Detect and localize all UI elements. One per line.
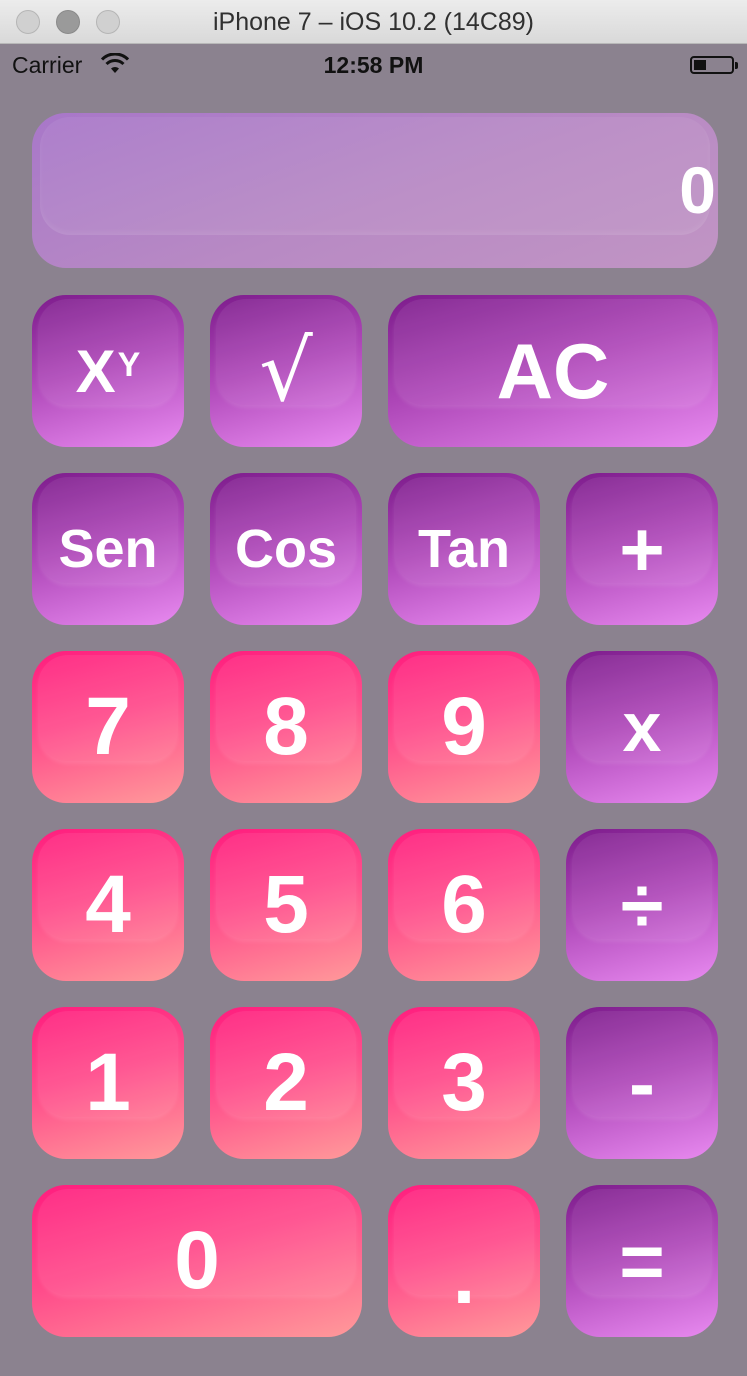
decimal-label: . [452, 1230, 476, 1321]
display-value: 0 [679, 153, 716, 227]
digit-7-label: 7 [85, 681, 131, 772]
digit-5-button[interactable]: 5 [210, 829, 362, 981]
digit-9-button[interactable]: 9 [388, 651, 540, 803]
square-root-label: √ [259, 322, 313, 420]
add-label: + [619, 504, 665, 593]
square-root-button[interactable]: √ [210, 295, 362, 447]
equals-button[interactable]: = [566, 1185, 718, 1337]
subtract-button[interactable]: - [566, 1007, 718, 1159]
clear-button[interactable]: AC [388, 295, 718, 447]
digit-5-label: 5 [263, 859, 309, 950]
tangent-button[interactable]: Tan [388, 473, 540, 625]
multiply-label: x [622, 688, 662, 766]
digit-6-label: 6 [441, 859, 487, 950]
window-title: iPhone 7 – iOS 10.2 (14C89) [212, 8, 535, 36]
power-button-exponent: Y [117, 345, 141, 384]
power-button-base: X [75, 337, 116, 405]
digit-1-button[interactable]: 1 [32, 1007, 184, 1159]
digit-8-button[interactable]: 8 [210, 651, 362, 803]
digit-8-label: 8 [263, 681, 309, 772]
digit-9-label: 9 [441, 681, 487, 772]
decimal-button[interactable]: . [388, 1185, 540, 1337]
battery-icon [690, 56, 738, 74]
sine-label: Sen [58, 519, 158, 579]
sine-button[interactable]: Sen [32, 473, 184, 625]
equals-label: = [619, 1216, 665, 1305]
subtract-label: - [629, 1038, 655, 1127]
cosine-button[interactable]: Cos [210, 473, 362, 625]
digit-4-button[interactable]: 4 [32, 829, 184, 981]
digit-6-button[interactable]: 6 [388, 829, 540, 981]
digit-2-button[interactable]: 2 [210, 1007, 362, 1159]
digit-3-button[interactable]: 3 [388, 1007, 540, 1159]
add-button[interactable]: + [566, 473, 718, 625]
digit-0-label: 0 [174, 1215, 220, 1306]
power-button[interactable]: XY [32, 295, 184, 447]
cosine-label: Cos [234, 519, 337, 579]
digit-7-button[interactable]: 7 [32, 651, 184, 803]
digit-3-label: 3 [441, 1037, 487, 1128]
clear-label: AC [496, 326, 610, 415]
status-time: 12:58 PM [323, 52, 424, 78]
window-titlebar: iPhone 7 – iOS 10.2 (14C89) [0, 0, 747, 44]
digit-0-button[interactable]: 0 [32, 1185, 362, 1337]
tangent-label: Tan [418, 519, 510, 579]
divide-label: ÷ [620, 860, 664, 949]
multiply-button[interactable]: x [566, 651, 718, 803]
status-bar: Carrier 12:58 PM [0, 44, 747, 84]
calculator-display: 0 [32, 113, 718, 268]
digit-2-label: 2 [263, 1037, 309, 1128]
divide-button[interactable]: ÷ [566, 829, 718, 981]
digit-4-label: 4 [85, 859, 131, 950]
digit-1-label: 1 [85, 1037, 131, 1128]
